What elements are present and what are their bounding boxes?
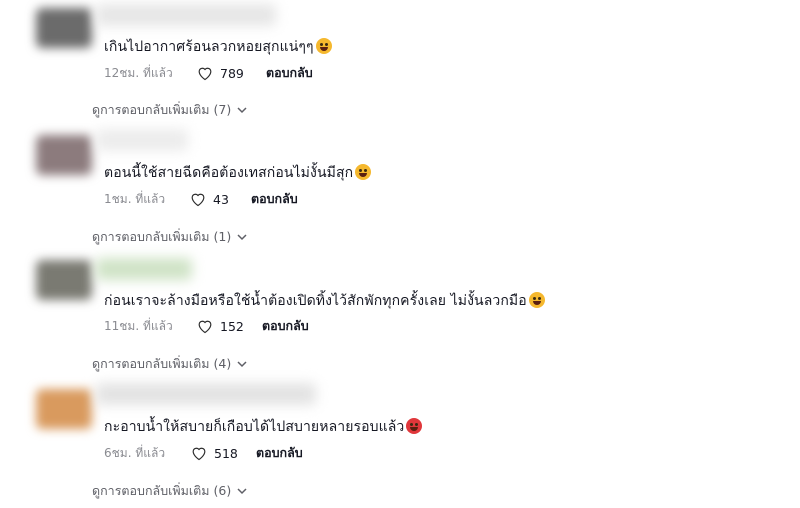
grinning-sweat-emoji-icon (315, 38, 332, 54)
heart-icon[interactable] (196, 318, 214, 334)
timestamp: 12ชม. ที่แล้ว (104, 65, 173, 80)
comment-text: ก่อนเราจะล้างมือหรือใช้น้ำต้องเปิดทิ้งไว… (104, 290, 545, 312)
avatar[interactable] (36, 260, 92, 300)
comment-text-content: ตอนนี้ใช้สายฉีดคือต้องเทสก่อนไม่งั้นมีสุ… (104, 165, 354, 181)
heart-icon[interactable] (190, 445, 208, 461)
comment-item: เกินไปอากาศร้อนลวกหอยสุกแน่ๆๆ 12ชม. ที่แ… (0, 0, 800, 127)
comment-item: ตอนนี้ใช้สายฉีดคือต้องเทสก่อนไม่งั้นมีสุ… (0, 127, 800, 254)
username-blurred[interactable] (96, 258, 192, 280)
reply-button[interactable]: ตอบกลับ (266, 63, 313, 83)
heart-icon[interactable] (189, 191, 207, 207)
comment-item: ก่อนเราจะล้างมือหรือใช้น้ำต้องเปิดทิ้งไว… (0, 254, 800, 381)
view-more-replies-label: ดูการตอบกลับเพิ่มเติม (7) (92, 102, 232, 117)
view-more-replies-button[interactable]: ดูการตอบกลับเพิ่มเติม (1) (92, 227, 247, 247)
username-blurred[interactable] (96, 4, 276, 26)
chevron-down-icon (237, 107, 247, 114)
angry-face-emoji-icon (406, 418, 423, 434)
avatar[interactable] (36, 389, 92, 429)
heart-icon[interactable] (196, 65, 214, 81)
comment-meta: 11ชม. ที่แล้ว 152 ตอบกลับ (104, 317, 309, 335)
comment-text-content: ก่อนเราจะล้างมือหรือใช้น้ำต้องเปิดทิ้งไว… (104, 293, 527, 309)
like-count: 152 (220, 318, 244, 334)
reply-button[interactable]: ตอบกลับ (262, 316, 309, 336)
comment-meta: 12ชม. ที่แล้ว 789 ตอบกลับ (104, 64, 313, 82)
reply-button[interactable]: ตอบกลับ (251, 189, 298, 209)
comment-text-content: กะอาบน้ำให้สบายก็เกือบได้ไปสบายหลายรอบแล… (104, 419, 405, 435)
username-blurred[interactable] (96, 129, 188, 151)
timestamp: 1ชม. ที่แล้ว (104, 191, 166, 206)
comment-text: กะอาบน้ำให้สบายก็เกือบได้ไปสบายหลายรอบแล… (104, 416, 423, 438)
avatar[interactable] (36, 8, 92, 48)
view-more-replies-label: ดูการตอบกลับเพิ่มเติม (6) (92, 483, 232, 498)
chevron-down-icon (237, 234, 247, 241)
comment-meta: 6ชม. ที่แล้ว 518 ตอบกลับ (104, 444, 303, 462)
comment-text: เกินไปอากาศร้อนลวกหอยสุกแน่ๆๆ (104, 36, 332, 58)
like-count: 518 (214, 445, 238, 461)
view-more-replies-label: ดูการตอบกลับเพิ่มเติม (4) (92, 356, 232, 371)
view-more-replies-label: ดูการตอบกลับเพิ่มเติม (1) (92, 229, 232, 244)
username-blurred[interactable] (96, 383, 316, 405)
timestamp: 6ชม. ที่แล้ว (104, 445, 166, 460)
view-more-replies-button[interactable]: ดูการตอบกลับเพิ่มเติม (4) (92, 354, 247, 374)
reply-button[interactable]: ตอบกลับ (256, 443, 303, 463)
rolling-laughing-emoji-icon (355, 164, 372, 180)
chevron-down-icon (237, 488, 247, 495)
view-more-replies-button[interactable]: ดูการตอบกลับเพิ่มเติม (6) (92, 481, 247, 501)
like-count: 43 (213, 191, 229, 207)
avatar[interactable] (36, 135, 92, 175)
grinning-sweat-emoji-icon (528, 292, 545, 308)
timestamp: 11ชม. ที่แล้ว (104, 318, 173, 333)
comment-meta: 1ชม. ที่แล้ว 43 ตอบกลับ (104, 190, 298, 208)
view-more-replies-button[interactable]: ดูการตอบกลับเพิ่มเติม (7) (92, 100, 247, 120)
chevron-down-icon (237, 361, 247, 368)
comment-text-content: เกินไปอากาศร้อนลวกหอยสุกแน่ๆๆ (104, 39, 314, 55)
comment-text: ตอนนี้ใช้สายฉีดคือต้องเทสก่อนไม่งั้นมีสุ… (104, 162, 372, 184)
comment-item: กะอาบน้ำให้สบายก็เกือบได้ไปสบายหลายรอบแล… (0, 381, 800, 508)
like-count: 789 (220, 65, 244, 81)
